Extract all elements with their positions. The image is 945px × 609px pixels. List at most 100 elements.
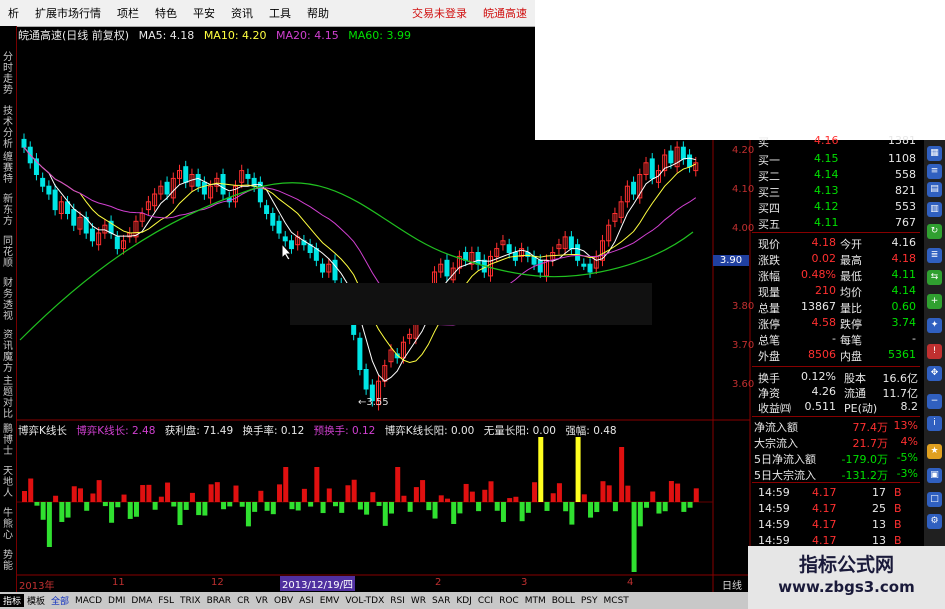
- candle-body: [282, 236, 288, 242]
- login-status[interactable]: 交易未登录: [404, 5, 475, 21]
- candle-body: [71, 209, 77, 226]
- refresh-icon[interactable]: ↻: [927, 224, 942, 239]
- tab-xindongfang[interactable]: 新东方: [1, 194, 15, 227]
- indicator-bar: [233, 485, 239, 502]
- indicator-name[interactable]: 博弈K线长: [18, 425, 67, 437]
- indicator-tab[interactable]: WR: [408, 596, 429, 606]
- low-marker-value: 3.55: [366, 397, 389, 408]
- chart-icon[interactable]: ▥: [927, 202, 942, 217]
- indicator-tab[interactable]: MTM: [522, 596, 549, 606]
- indicator-tab[interactable]: ASI: [296, 596, 317, 606]
- zoom-out-icon[interactable]: −: [927, 394, 942, 409]
- candle-body: [332, 259, 338, 281]
- menu-item[interactable]: 平安: [185, 5, 223, 21]
- move-icon[interactable]: ✥: [927, 366, 942, 381]
- alert-icon[interactable]: !: [927, 344, 942, 359]
- ma60-label: MA60: 3.99: [348, 29, 411, 42]
- indicator-tab[interactable]: MCST: [601, 596, 632, 606]
- indicator-tab[interactable]: OBV: [271, 596, 296, 606]
- quote-panel: 买 4.16 1381 买一 4.15 1108 买二 4.14 558 买三 4.13 821…: [752, 134, 920, 590]
- settings-icon[interactable]: ⚙: [927, 514, 942, 529]
- indicator-tab[interactable]: FSL: [155, 596, 177, 606]
- indicator-tab[interactable]: DMA: [128, 596, 155, 606]
- indicator-tab[interactable]: KDJ: [453, 596, 475, 606]
- indicator-bar: [140, 485, 146, 502]
- indicator-bar: 博弈K线长 博弈K线长: 2.48 获利盘: 71.49 换手率: 0.12 预…: [18, 423, 623, 438]
- indicator-tab[interactable]: ROC: [496, 596, 522, 606]
- indicator-bar: [606, 485, 612, 502]
- price-tick: 3.80: [732, 301, 755, 312]
- menu-item[interactable]: 工具: [261, 5, 299, 21]
- time-tick: 12: [211, 577, 224, 588]
- candle-body: [52, 189, 58, 211]
- period-label[interactable]: 日线: [722, 577, 742, 592]
- tool-icon[interactable]: ✦: [927, 318, 942, 333]
- bid-price: 4.14: [814, 168, 839, 181]
- indicator-tab[interactable]: VR: [253, 596, 271, 606]
- tab-jishu[interactable]: 技术分析: [1, 106, 15, 150]
- tab-zhuti[interactable]: 主题对比: [1, 376, 15, 420]
- bid-volume: 821: [895, 184, 916, 197]
- indicator-tab[interactable]: 指标: [0, 594, 25, 607]
- indicator-tab[interactable]: 全部: [48, 594, 72, 607]
- indicator-tab[interactable]: CCI: [475, 596, 496, 606]
- layout-icon[interactable]: ▣: [927, 468, 942, 483]
- tab-niuxiong[interactable]: 牛熊心: [1, 508, 15, 541]
- indicator-bar: [513, 496, 519, 502]
- indicator-bar: [252, 502, 258, 512]
- indicator-bar: [488, 481, 494, 502]
- indicator-tab[interactable]: VOL-TDX: [342, 596, 387, 606]
- indicator-tab[interactable]: CR: [234, 596, 253, 606]
- compare-icon[interactable]: ≣: [927, 248, 942, 263]
- indicator-tab[interactable]: TRIX: [177, 596, 204, 606]
- tab-tiandiren[interactable]: 天地人: [1, 466, 15, 499]
- indicator-bar: [333, 502, 339, 507]
- star-icon[interactable]: ★: [927, 444, 942, 459]
- grid-icon[interactable]: ▦: [927, 146, 942, 161]
- indicator-bar: [295, 502, 301, 511]
- indicator-tab[interactable]: MACD: [72, 596, 105, 606]
- tab-zixun[interactable]: 资讯魔方: [1, 330, 15, 374]
- indicator-bar: [221, 502, 227, 510]
- tab-fenshi[interactable]: 分时走势: [1, 52, 15, 96]
- indicator-tab[interactable]: PSY: [578, 596, 601, 606]
- indicator-bar: [258, 490, 264, 502]
- flow-label: 净流入额: [754, 421, 798, 434]
- indicator-bar: [96, 480, 102, 502]
- arrow-icon[interactable]: ⇆: [927, 270, 942, 285]
- indicator-tab[interactable]: EMV: [317, 596, 343, 606]
- watermark-title: 指标公式网: [798, 554, 894, 576]
- tab-caiwu[interactable]: 财务透视: [1, 278, 15, 322]
- indicator-tab[interactable]: RSI: [387, 596, 408, 606]
- indicator-bar: [637, 502, 643, 527]
- bid-row: 买一 4.15 1108: [752, 152, 920, 168]
- indicator-bar: [420, 480, 426, 502]
- menu-item[interactable]: 扩展市场行情: [27, 5, 109, 21]
- menu-item[interactable]: 特色: [147, 5, 185, 21]
- chart-icon[interactable]: ▤: [927, 182, 942, 197]
- tab-chansaite[interactable]: 缠赛特: [1, 152, 15, 185]
- window-icon[interactable]: □: [927, 492, 942, 507]
- indicator-bar: [314, 467, 320, 502]
- indicator-tab[interactable]: SAR: [429, 596, 453, 606]
- flow-label: 5日大宗流入: [754, 469, 816, 482]
- indicator-tab[interactable]: BRAR: [204, 596, 234, 606]
- indicator-tab[interactable]: 模板: [24, 594, 48, 607]
- bid-label: 买二: [758, 170, 780, 183]
- list-icon[interactable]: ≡: [927, 164, 942, 179]
- menu-item[interactable]: 项栏: [109, 5, 147, 21]
- menu-item[interactable]: 帮助: [299, 5, 337, 21]
- indicator-tab[interactable]: BOLL: [549, 596, 578, 606]
- ma20-label: MA20: 4.15: [276, 29, 339, 42]
- menu-item[interactable]: 资讯: [223, 5, 261, 21]
- indicator-bar: [556, 483, 562, 502]
- indicator-bar: [668, 481, 674, 502]
- indicator-bar: [612, 502, 618, 512]
- indicator-tab[interactable]: DMI: [105, 596, 128, 606]
- tab-shineng[interactable]: 势能: [1, 550, 15, 572]
- menu-item[interactable]: 析: [0, 5, 27, 21]
- info-icon[interactable]: i: [927, 416, 942, 431]
- tab-pengboshi[interactable]: 鹏博士: [1, 424, 15, 457]
- plus-icon[interactable]: +: [927, 294, 942, 309]
- tab-tonghuashun[interactable]: 同花顺: [1, 236, 15, 269]
